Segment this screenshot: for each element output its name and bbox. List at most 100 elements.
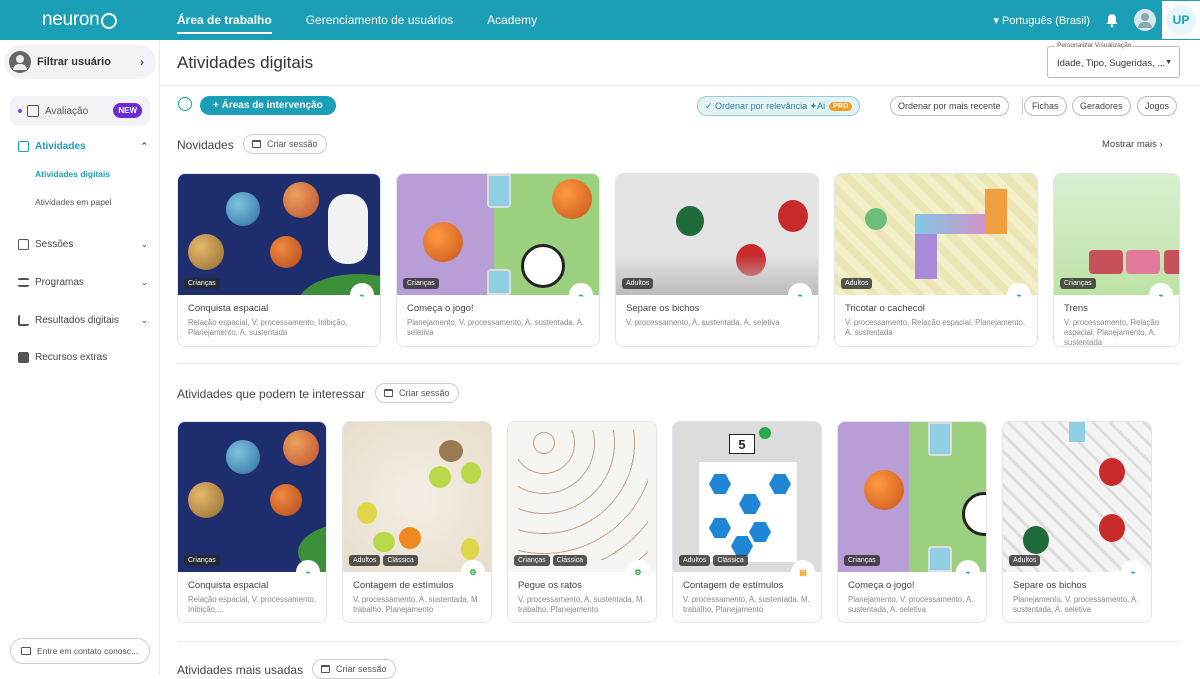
up-badge-label: UP — [1166, 5, 1196, 35]
section-divider — [177, 641, 1180, 642]
audience-tag: Crianças — [1060, 278, 1096, 289]
activity-card[interactable]: Crianças ⌁ Começa o jogo! Planejamento, V. … — [396, 173, 600, 347]
activity-tags: Crianças — [403, 278, 439, 289]
create-session-label: Criar sessão — [267, 139, 318, 149]
chevron-right-icon: › — [1159, 139, 1163, 150]
sidebar-item-evaluation[interactable]: Avaliação NEW — [10, 96, 150, 126]
language-label: Português (Brasil) — [1001, 14, 1090, 27]
tab-academy[interactable]: Academy — [470, 0, 554, 40]
top-right-controls: ▾ Português (Brasil) UP — [993, 0, 1200, 40]
sidebar-item-digital-results[interactable]: Resultados digitais ⌄ — [18, 315, 148, 326]
sidebar-item-digital-activities[interactable]: Atividades digitais — [35, 169, 110, 179]
activity-skills: Planejamento, V. processamento, A. suste… — [1013, 595, 1139, 614]
sidebar-item-sessions[interactable]: Sessões ⌄ — [18, 239, 148, 250]
results-label: Resultados digitais — [35, 315, 119, 326]
logo-text: neuron — [42, 9, 100, 30]
brain-icon — [178, 97, 192, 111]
tab-user-management[interactable]: Gerenciamento de usuários — [289, 0, 470, 40]
activity-card[interactable]: 5 Adultos Clássica ▤ Contagem de estímulos V.… — [672, 421, 822, 623]
page-title: Atividades digitais — [177, 53, 314, 72]
create-session-button[interactable]: Criar sessão — [375, 383, 459, 403]
sidebar-item-extra-resources[interactable]: Recursos extras — [18, 352, 148, 363]
chevron-down-icon: ⌄ — [140, 277, 148, 287]
user-avatar[interactable] — [1134, 9, 1156, 31]
chevron-down-icon: ⌄ — [140, 239, 148, 249]
activity-thumbnail: 5 — [673, 422, 821, 572]
activity-title: Tricotar o cachecol — [845, 303, 925, 314]
section-title-recommended: Atividades que podem te interessar — [177, 387, 366, 401]
activity-card[interactable]: Adultos Clássica ⚙ Contagem de estímulos V. … — [342, 421, 492, 623]
contact-us-button[interactable]: Entre em contato conosc... — [10, 638, 150, 664]
sort-relevance-chip[interactable]: ✓ Ordenar por relevância ✦ Ai PRO — [697, 96, 861, 116]
activity-card[interactable]: Crianças ⌁ Começa o jogo! Planejamento, V. … — [837, 421, 987, 623]
activity-skills: V. processamento, A. sustentada, M. trab… — [683, 595, 810, 614]
extras-label: Recursos extras — [35, 352, 108, 363]
gamepad-icon: ⌁ — [1149, 283, 1173, 307]
gamepad-icon: ⌁ — [569, 283, 593, 307]
neuron-logo[interactable]: neuron — [0, 0, 160, 40]
activity-thumbnail — [397, 174, 599, 295]
activity-card[interactable]: Adultos ⌁ Tricotar o cachecol V. processame… — [834, 173, 1038, 347]
activity-card[interactable]: Crianças ⌁ Conquista espacial Relação espac… — [177, 421, 327, 623]
sidebar-item-programs[interactable]: Programas ⌄ — [18, 277, 148, 288]
activity-title: Contagem de estímulos — [683, 580, 784, 591]
check-icon: ✓ — [705, 100, 716, 111]
audience-tag: Adultos — [679, 555, 711, 566]
calendar-icon — [321, 665, 330, 673]
up-badge[interactable]: UP — [1162, 1, 1200, 39]
create-session-button[interactable]: Criar sessão — [243, 134, 327, 154]
show-more-link[interactable]: Mostrar mais › — [1102, 139, 1163, 150]
bar-chart-icon — [18, 315, 29, 326]
activity-thumbnail — [1054, 174, 1179, 295]
sidebar: Filtrar usuário › Avaliação NEW Atividad… — [0, 40, 160, 675]
gamepad-icon: ⌁ — [296, 560, 320, 584]
audience-tag: Crianças — [844, 555, 880, 566]
chip-separator — [1022, 98, 1023, 114]
chevron-up-icon: ⌃ — [140, 141, 148, 151]
activity-card[interactable]: Adultos ⌁ Separe os bichos V. processamento… — [615, 173, 819, 347]
clipboard-icon — [27, 105, 39, 117]
activity-title: Começa o jogo! — [407, 303, 474, 314]
new-badge: NEW — [113, 103, 142, 118]
sidebar-item-paper-activities[interactable]: Atividades em papel — [35, 197, 112, 207]
pro-badge: PRO — [829, 101, 853, 111]
filter-user-label: Filtrar usuário — [37, 56, 111, 68]
activity-tags: Adultos Clássica — [349, 555, 418, 566]
activity-title: Separe os bichos — [1013, 580, 1087, 591]
personalize-view-select[interactable]: Personalizar Visualização Idade, Tipo, S… — [1047, 42, 1180, 78]
calendar-icon — [18, 239, 29, 250]
audience-tag: Adultos — [349, 555, 381, 566]
activity-title: Trens — [1064, 303, 1088, 314]
activity-tags: Adultos — [841, 278, 873, 289]
filter-chip-worksheets[interactable]: Fichas — [1024, 96, 1067, 116]
language-selector[interactable]: ▾ Português (Brasil) — [993, 14, 1090, 27]
activity-card[interactable]: Crianças Clássica ⚙ Pegue os ratos V. proces… — [507, 421, 657, 623]
activity-card[interactable]: Crianças ⌁ Trens V. processamento, Relação … — [1053, 173, 1180, 347]
activity-card[interactable]: Adultos ⌁ Separe os bichos Planejamento, V.… — [1002, 421, 1152, 623]
sidebar-item-activities[interactable]: Atividades ⌃ — [18, 141, 148, 152]
top-navigation-bar: neuron Área de trabalho Gerenciamento de… — [0, 0, 1200, 40]
activity-tags: Crianças — [184, 278, 220, 289]
personalize-label: Personalizar Visualização — [1055, 42, 1134, 49]
activity-tags: Adultos — [622, 278, 654, 289]
create-session-button[interactable]: Criar sessão — [312, 659, 396, 679]
activity-tags: Crianças — [1060, 278, 1096, 289]
bell-icon[interactable] — [1104, 12, 1120, 28]
user-placeholder-avatar — [9, 51, 31, 73]
activity-card[interactable]: Crianças ⌁ Conquista espacial Relação espac… — [177, 173, 381, 347]
activity-thumbnail — [838, 422, 986, 572]
activity-title: Conquista espacial — [188, 580, 269, 591]
filter-user-button[interactable]: Filtrar usuário › — [4, 45, 156, 79]
contact-label: Entre em contato conosc... — [37, 646, 139, 656]
counter-box: 5 — [729, 434, 755, 454]
audience-tag: Crianças — [403, 278, 439, 289]
tab-workspace[interactable]: Área de trabalho — [160, 0, 289, 40]
intervention-areas-button[interactable]: + Áreas de intervenção — [200, 96, 336, 115]
gamepad-icon: ⌁ — [1121, 560, 1145, 584]
chat-icon — [21, 647, 31, 655]
filter-chip-games[interactable]: Jogos — [1137, 96, 1178, 116]
section-title-new: Novidades — [177, 138, 234, 152]
generator-icon: ⚙ — [626, 560, 650, 584]
filter-chip-generators[interactable]: Geradores — [1072, 96, 1131, 116]
sort-recent-chip[interactable]: Ordenar por mais recente — [890, 96, 1009, 116]
